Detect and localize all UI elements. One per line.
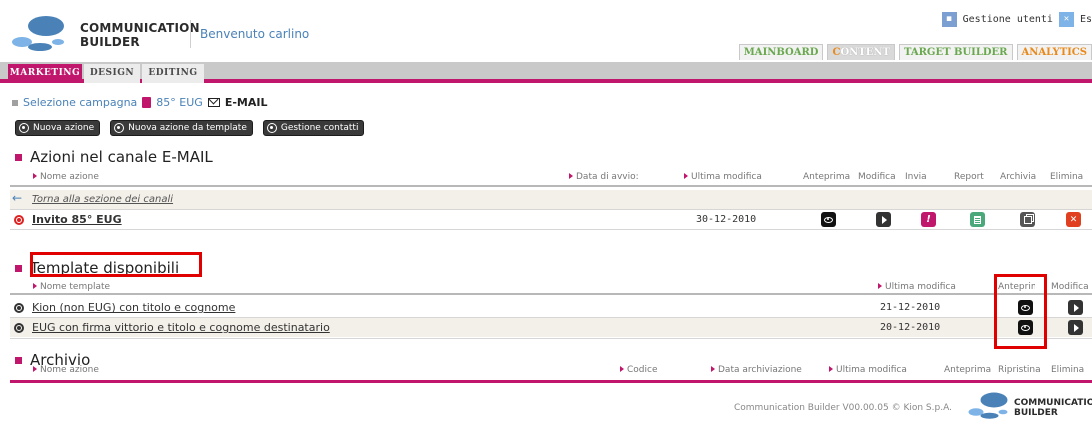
subtab-editing[interactable]: EDITING <box>142 64 204 83</box>
highlight-templates-title <box>30 252 202 277</box>
add-circle-icon <box>19 123 29 133</box>
breadcrumb-root-link[interactable]: Selezione campagna <box>23 96 137 109</box>
action-modified-date: 30-12-2010 <box>696 214 757 225</box>
col-archive-date[interactable]: Data archiviazione <box>711 365 802 375</box>
col-report: Report <box>954 172 984 182</box>
report-icon[interactable] <box>970 212 985 227</box>
subtab-design[interactable]: DESIGN <box>84 64 140 83</box>
edit-play-icon[interactable] <box>1068 300 1083 315</box>
tab-analytics[interactable]: ANALYTICS <box>1016 44 1092 60</box>
brand-name: COMMUNICATION BUILDER <box>80 21 200 49</box>
section-bullet-icon <box>15 264 22 272</box>
sub-navigation: MARKETING DESIGN EDITING <box>0 62 1092 83</box>
communication-builder-logo <box>12 16 64 51</box>
template-modified-date: 20-12-2010 <box>880 322 941 333</box>
table-header-divider <box>10 185 1092 187</box>
tab-mainboard[interactable]: MAINBOARD <box>738 44 824 60</box>
app-header: COMMUNICATION BUILDER Benvenuto carlino … <box>0 0 1092 62</box>
top-right-links: ◼ Gestione utenti ✕ Es <box>941 10 1092 28</box>
col-send: Invia <box>905 172 927 182</box>
action-name-link[interactable]: Invito 85° EUG <box>32 213 122 226</box>
table-row: Invito 85° EUG 30-12-2010 ! ✕ <box>10 210 1092 229</box>
template-modified-date: 21-12-2010 <box>880 302 941 313</box>
col-archive: Archivia <box>1000 172 1037 182</box>
table-header-divider <box>10 293 1092 295</box>
back-to-channels-link[interactable]: Torna alla sezione dei canali <box>32 194 173 205</box>
template-name-link[interactable]: EUG con firma vittorio e titolo e cognom… <box>32 321 330 334</box>
new-action-button[interactable]: Nuova azione <box>15 120 101 136</box>
bullet-icon <box>12 99 18 106</box>
col-template-last-modified[interactable]: Ultima modifica <box>878 282 956 292</box>
add-circle-icon <box>114 123 125 133</box>
section-bullet-icon <box>15 356 22 364</box>
send-exclamation-icon[interactable]: ! <box>921 212 936 227</box>
actions-section-title: Azioni nel canale E-MAIL <box>15 148 213 166</box>
col-action-name[interactable]: Nome azione <box>33 172 99 182</box>
breadcrumb: Selezione campagna 85° EUG E-MAIL <box>12 96 267 109</box>
col-archive-action-name[interactable]: Nome azione <box>33 365 99 375</box>
col-archive-last-modified[interactable]: Ultima modifica <box>829 365 907 375</box>
col-last-modified[interactable]: Ultima modifica <box>684 172 762 182</box>
section-bullet-icon <box>15 153 22 161</box>
col-template-name[interactable]: Nome template <box>33 282 110 292</box>
footer-divider <box>10 380 1092 383</box>
exit-link[interactable]: Es <box>1080 14 1092 25</box>
col-preview: Anteprima <box>803 172 851 182</box>
breadcrumb-channel: E-MAIL <box>224 96 268 109</box>
users-icon[interactable]: ◼ <box>941 11 957 27</box>
row-divider <box>10 338 1092 339</box>
subtab-marketing[interactable]: MARKETING <box>8 64 82 83</box>
back-arrow-icon[interactable]: ← <box>12 191 22 205</box>
main-tabs: MAINBOARD CONTENT TARGET BUILDER ANALYTI… <box>738 44 1092 60</box>
tab-target-builder[interactable]: TARGET BUILDER <box>898 44 1013 60</box>
table-row: Kion (non EUG) con titolo e cognome 21-1… <box>10 298 1092 317</box>
row-divider <box>10 229 1092 230</box>
back-row: ← Torna alla sezione dei canali <box>10 190 1092 209</box>
tab-content[interactable]: CONTENT <box>827 44 895 60</box>
breadcrumb-campaign-link[interactable]: 85° EUG <box>156 96 203 109</box>
col-archive-delete: Elimina <box>1051 365 1085 375</box>
table-row: EUG con firma vittorio e titolo e cognom… <box>10 318 1092 337</box>
preview-eye-icon[interactable] <box>821 212 836 227</box>
template-name-link[interactable]: Kion (non EUG) con titolo e cognome <box>32 301 235 314</box>
edit-play-icon[interactable] <box>876 212 891 227</box>
contacts-management-button[interactable]: Gestione contatti <box>262 120 365 136</box>
archive-icon[interactable] <box>1020 212 1035 227</box>
highlight-preview-column <box>994 274 1047 349</box>
col-archive-preview: Anteprima <box>944 365 992 375</box>
user-management-link[interactable]: Gestione utenti <box>963 14 1053 25</box>
edit-play-icon[interactable] <box>1068 320 1083 335</box>
col-delete: Elimina <box>1050 172 1084 182</box>
col-archive-code[interactable]: Codice <box>620 365 658 375</box>
new-action-from-template-button[interactable]: Nuova azione da template <box>110 120 253 136</box>
footer-logo <box>968 392 1008 419</box>
template-select-radio[interactable] <box>14 303 24 313</box>
close-icon[interactable]: ✕ <box>1058 11 1074 27</box>
welcome-text: Benvenuto carlino <box>200 27 310 41</box>
action-buttons: Nuova azione Nuova azione da template Ge… <box>15 120 365 136</box>
footer-brand: COMMUNICATION BUILDER <box>1014 398 1092 418</box>
col-archive-restore: Ripristina <box>998 365 1041 375</box>
col-template-edit: Modifica <box>1051 282 1089 292</box>
delete-x-icon[interactable]: ✕ <box>1066 212 1081 227</box>
col-start-date[interactable]: Data di avvio: <box>569 172 639 182</box>
brand-separator <box>190 20 191 48</box>
template-select-radio[interactable] <box>14 323 24 333</box>
footer-version-text: Communication Builder V00.00.05 © Kion S… <box>734 403 952 413</box>
email-icon <box>207 98 220 107</box>
at-icon <box>266 123 277 133</box>
col-edit: Modifica <box>858 172 896 182</box>
campaign-icon <box>142 97 152 108</box>
action-status-icon[interactable] <box>14 215 24 225</box>
